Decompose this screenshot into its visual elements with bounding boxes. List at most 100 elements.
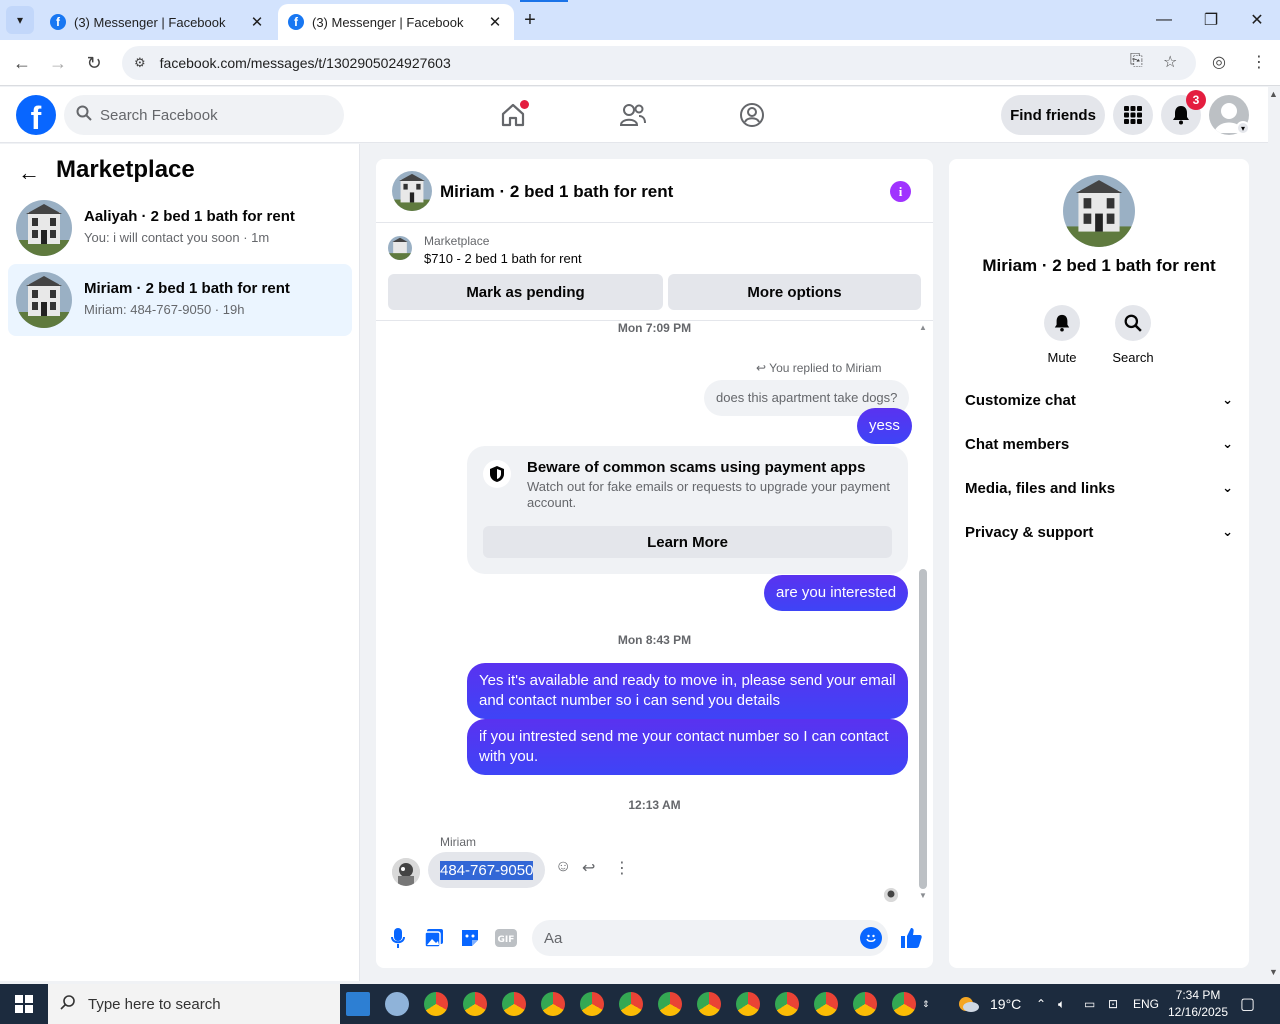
- gif-icon[interactable]: GIF: [495, 927, 517, 949]
- tab-search-icon[interactable]: ▾: [6, 6, 34, 34]
- chrome-icon[interactable]: [658, 992, 682, 1016]
- notification-center-icon[interactable]: ▢: [1240, 984, 1255, 1024]
- selected-phone-number[interactable]: 484-767-9050: [440, 860, 534, 880]
- weather-icon[interactable]: [956, 984, 980, 1024]
- facebook-logo[interactable]: f: [16, 95, 56, 135]
- message-input-box[interactable]: [532, 920, 888, 956]
- restore-icon[interactable]: ❐: [1196, 8, 1226, 32]
- close-window-icon[interactable]: ✕: [1242, 8, 1272, 32]
- chrome-icon[interactable]: [775, 992, 799, 1016]
- mark-as-pending-button[interactable]: Mark as pending: [388, 274, 663, 310]
- new-tab-icon[interactable]: +: [518, 8, 542, 32]
- windows-start-icon[interactable]: [0, 984, 48, 1024]
- mute-button[interactable]: Mute: [1032, 305, 1092, 365]
- browser-toolbar: ← → ↻ ⚙ facebook.com/messages/t/13029050…: [0, 40, 1280, 86]
- section-chat-members[interactable]: Chat members ⌄: [949, 422, 1249, 466]
- scroll-down-icon[interactable]: ▼: [1269, 967, 1278, 977]
- sender-avatar[interactable]: [392, 858, 420, 886]
- conversation-item[interactable]: Aaliyah · 2 bed 1 bath for rent You: i w…: [8, 192, 352, 264]
- listing-price[interactable]: $710 - 2 bed 1 bath for rent: [424, 251, 582, 266]
- more-actions-icon[interactable]: ⋮: [614, 858, 630, 878]
- chevron-down-icon: ⌄: [1222, 436, 1233, 451]
- site-settings-icon[interactable]: ⚙: [134, 55, 146, 71]
- app-icon[interactable]: [385, 992, 409, 1016]
- chrome-icon[interactable]: [619, 992, 643, 1016]
- back-icon[interactable]: ←: [9, 50, 35, 76]
- reply-icon[interactable]: ↩: [582, 858, 595, 878]
- incoming-message[interactable]: 484-767-9050: [428, 852, 546, 888]
- scroll-up-icon[interactable]: ▲: [1269, 89, 1278, 99]
- bell-icon: [1044, 305, 1080, 341]
- section-media-files-links[interactable]: Media, files and links ⌄: [949, 466, 1249, 510]
- install-app-icon[interactable]: ⎘: [1130, 52, 1143, 70]
- microphone-icon[interactable]: [387, 927, 409, 949]
- message-out[interactable]: if you intrested send me your contact nu…: [467, 719, 908, 775]
- chrome-icon[interactable]: [424, 992, 448, 1016]
- volume-icon[interactable]: 🔈︎: [1058, 984, 1065, 1024]
- forward-icon[interactable]: →: [45, 50, 71, 76]
- show-hidden-icons-icon[interactable]: ⌃: [1036, 984, 1046, 1024]
- close-tab-icon[interactable]: ✕: [486, 13, 504, 31]
- search-in-chat-button[interactable]: Search: [1103, 305, 1163, 365]
- thumbs-up-icon[interactable]: [898, 925, 924, 951]
- facebook-search[interactable]: [64, 95, 344, 135]
- taskbar-scroll-arrows[interactable]: ⇕: [922, 984, 930, 1024]
- weather-temperature[interactable]: 19°C: [990, 984, 1021, 1024]
- learn-more-button[interactable]: Learn More: [483, 526, 892, 558]
- address-bar[interactable]: ⚙ facebook.com/messages/t/13029050249276…: [122, 46, 1196, 80]
- reload-icon[interactable]: ↻: [81, 50, 107, 76]
- friends-icon[interactable]: [617, 99, 649, 131]
- browser-tab-1[interactable]: f (3) Messenger | Facebook ✕: [40, 4, 276, 40]
- bookmark-star-icon[interactable]: ☆: [1163, 52, 1177, 72]
- battery-icon[interactable]: ▭: [1084, 984, 1095, 1024]
- chrome-icon[interactable]: [580, 992, 604, 1016]
- url-text[interactable]: facebook.com/messages/t/1302905024927603: [160, 55, 451, 71]
- house-thumbnail[interactable]: [392, 171, 432, 211]
- back-arrow-icon[interactable]: ←: [18, 160, 40, 186]
- chrome-icon-active[interactable]: [814, 992, 838, 1016]
- clock[interactable]: 7:34 PM 12/16/2025: [1162, 987, 1234, 1021]
- more-options-button[interactable]: More options: [668, 274, 921, 310]
- react-icon[interactable]: ☺: [555, 858, 571, 876]
- listing-thumbnail[interactable]: [388, 236, 412, 260]
- emoji-icon[interactable]: [860, 927, 882, 949]
- page-scrollbar[interactable]: ▲ ▼: [1268, 87, 1280, 981]
- section-privacy-support[interactable]: Privacy & support ⌄: [949, 510, 1249, 554]
- browser-menu-icon[interactable]: ⋮: [1251, 52, 1267, 72]
- chrome-icon[interactable]: [697, 992, 721, 1016]
- groups-icon[interactable]: [736, 99, 768, 131]
- browser-tab-2[interactable]: f (3) Messenger | Facebook ✕: [278, 4, 514, 40]
- message-input[interactable]: [544, 929, 844, 947]
- chrome-icon[interactable]: [892, 992, 916, 1016]
- info-icon[interactable]: i: [890, 181, 911, 202]
- scroll-down-icon[interactable]: ▼: [919, 891, 927, 900]
- find-friends-button[interactable]: Find friends: [1001, 95, 1105, 135]
- chrome-icon[interactable]: [853, 992, 877, 1016]
- scroll-up-icon[interactable]: ▲: [919, 323, 927, 332]
- chat-title[interactable]: Miriam · 2 bed 1 bath for rent: [440, 182, 673, 202]
- profile-icon[interactable]: ◎: [1212, 52, 1226, 72]
- minimize-icon[interactable]: —: [1149, 8, 1179, 32]
- message-out[interactable]: Yes it's available and ready to move in,…: [467, 663, 908, 719]
- app-icon[interactable]: [346, 992, 370, 1016]
- chevron-down-icon[interactable]: ▾: [1236, 121, 1250, 135]
- close-tab-icon[interactable]: ✕: [248, 13, 266, 31]
- chrome-icon[interactable]: [502, 992, 526, 1016]
- menu-grid-icon[interactable]: [1113, 95, 1153, 135]
- message-out[interactable]: are you interested: [764, 575, 909, 611]
- taskbar-search[interactable]: Type here to search: [48, 984, 340, 1024]
- message-out[interactable]: yess: [857, 408, 912, 444]
- sticker-icon[interactable]: [459, 927, 481, 949]
- network-icon[interactable]: ⊡: [1108, 984, 1118, 1024]
- search-input[interactable]: [100, 106, 320, 124]
- section-customize-chat[interactable]: Customize chat ⌄: [949, 378, 1249, 422]
- chrome-icon[interactable]: [736, 992, 760, 1016]
- chrome-icon[interactable]: [463, 992, 487, 1016]
- house-thumbnail[interactable]: [1063, 175, 1135, 247]
- scrollbar-thumb[interactable]: [919, 569, 927, 889]
- conversation-item-active[interactable]: Miriam · 2 bed 1 bath for rent Miriam: 4…: [8, 264, 352, 336]
- language-indicator[interactable]: ENG: [1133, 984, 1159, 1024]
- photo-icon[interactable]: [423, 927, 445, 949]
- chat-scrollbar[interactable]: ▲ ▼: [917, 321, 929, 903]
- chrome-icon[interactable]: [541, 992, 565, 1016]
